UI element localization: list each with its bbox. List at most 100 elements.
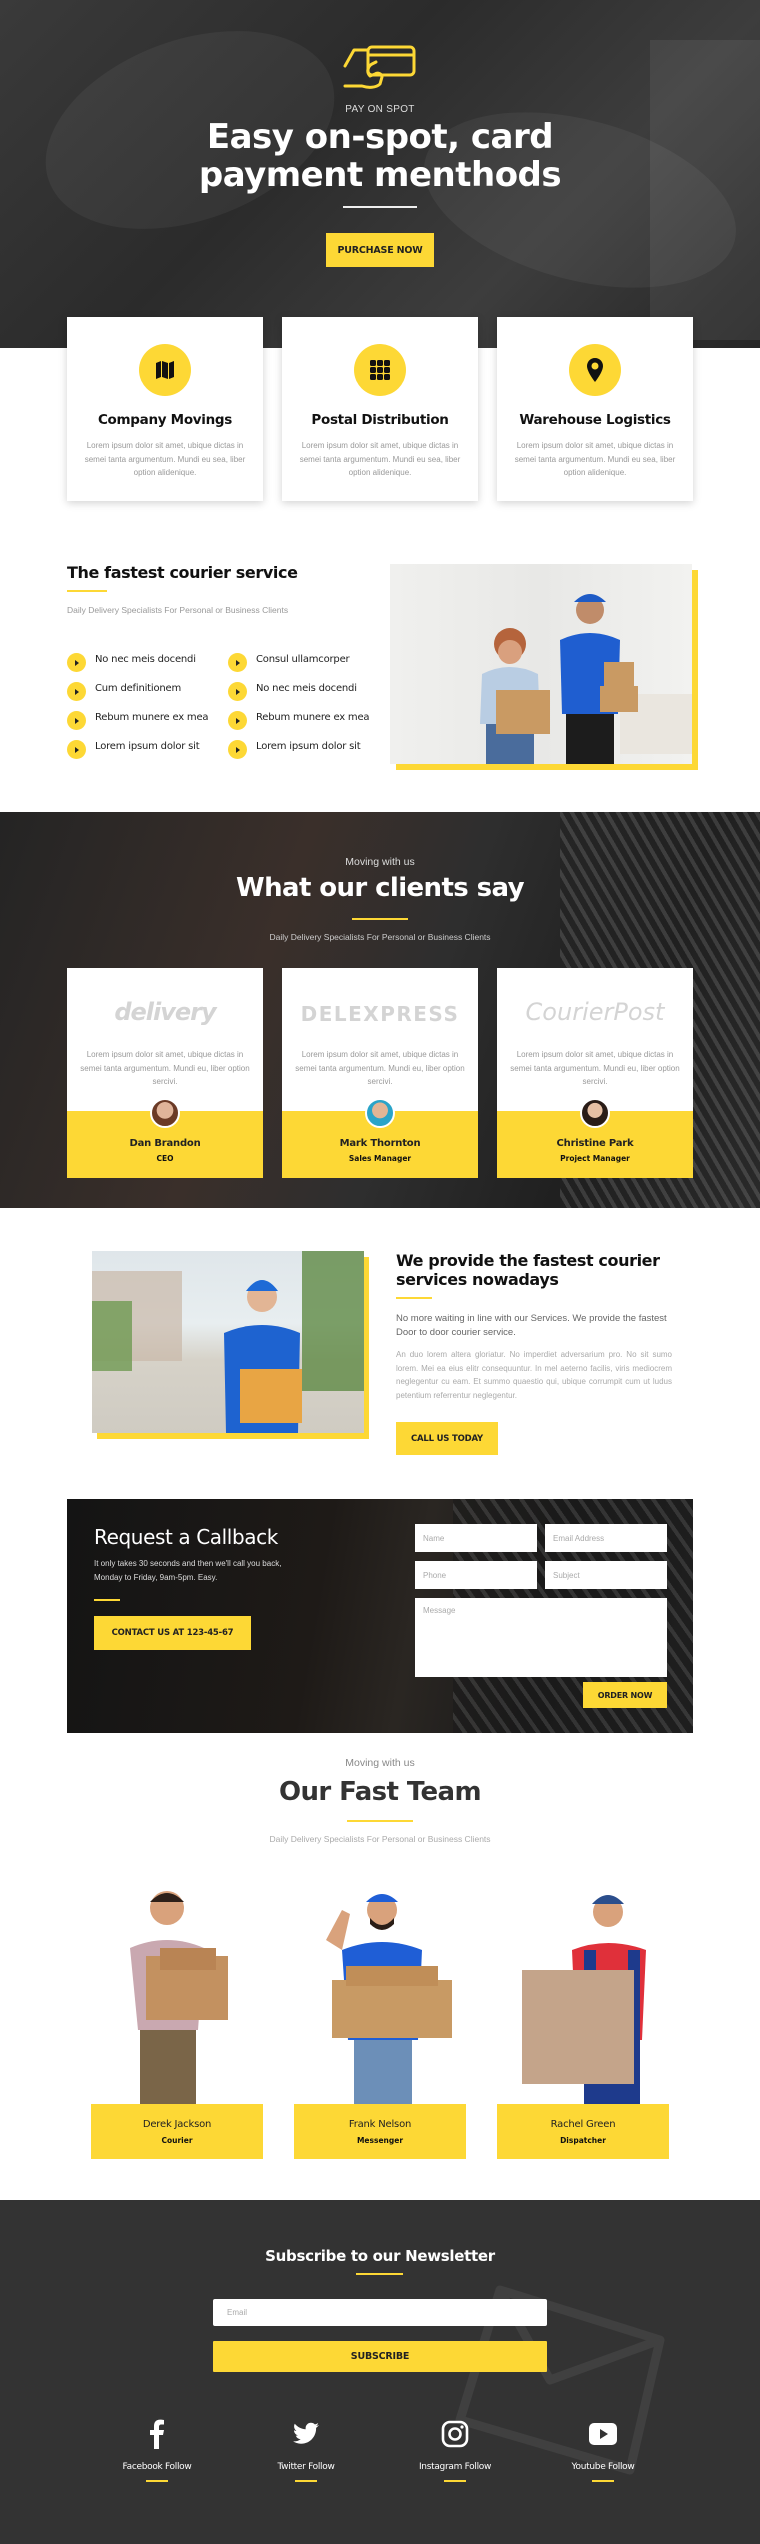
section-subtitle: Daily Delivery Specialists For Personal … <box>269 1834 491 1844</box>
section-title: The fastest courier service <box>67 563 298 582</box>
social-label: Twitter Follow <box>277 2462 335 2472</box>
member-role: Dispatcher <box>560 2136 606 2145</box>
social-facebook[interactable]: Facebook Follow <box>97 2418 217 2482</box>
service-text: Lorem ipsum dolor sit amet, ubique dicta… <box>514 441 676 477</box>
team-member-card: Rachel Green Dispatcher <box>497 2104 669 2159</box>
team-photo <box>296 1880 466 2105</box>
divider <box>396 1297 432 1299</box>
list-item-label: Lorem ipsum dolor sit <box>95 741 200 752</box>
client-name: Mark Thornton <box>339 1138 421 1149</box>
feature-list-right: Consul ullamcorper No nec meis docendi R… <box>228 645 370 761</box>
divider <box>146 2480 168 2482</box>
divider <box>347 1820 413 1822</box>
list-item: Rebum munere ex mea <box>67 703 209 732</box>
divider <box>94 1599 120 1601</box>
list-item: Lorem ipsum dolor sit <box>67 732 208 761</box>
service-text: Lorem ipsum dolor sit amet, ubique dicta… <box>84 441 246 477</box>
team-member-card: Frank Nelson Messenger <box>294 2104 466 2159</box>
avatar <box>365 1098 395 1128</box>
play-bullet-icon <box>228 653 247 672</box>
list-item-label: Rebum munere ex mea <box>95 712 209 723</box>
list-item: Lorem ipsum dolor sit <box>228 732 369 761</box>
divider <box>343 206 417 208</box>
subscribe-button[interactable]: SUBSCRIBE <box>213 2341 547 2372</box>
client-name: Dan Brandon <box>129 1138 201 1149</box>
social-twitter[interactable]: Twitter Follow <box>246 2418 366 2482</box>
social-label: Facebook Follow <box>122 2462 192 2472</box>
facebook-icon <box>97 2418 217 2450</box>
callback-title: Request a Callback <box>94 1525 278 1549</box>
social-label: Instagram Follow <box>418 2462 492 2472</box>
hero-section: PAY ON SPOT Easy on-spot, card payment m… <box>0 0 760 348</box>
card-payment-icon <box>343 45 416 89</box>
email-input[interactable] <box>545 1524 667 1552</box>
subject-input[interactable] <box>545 1561 667 1589</box>
list-item: Rebum munere ex mea <box>228 703 370 732</box>
client-role: CEO <box>156 1154 174 1163</box>
list-item-label: No nec meis docendi <box>95 654 196 665</box>
divider <box>295 2480 317 2482</box>
purchase-now-button[interactable]: PURCHASE NOW <box>326 233 434 267</box>
phone-input[interactable] <box>415 1561 537 1589</box>
client-role: Sales Manager <box>348 1154 412 1163</box>
divider <box>352 918 408 920</box>
service-card: Postal Distribution Lorem ipsum dolor si… <box>282 317 478 501</box>
name-input[interactable] <box>415 1524 537 1552</box>
newsletter-title: Subscribe to our Newsletter <box>265 2247 495 2265</box>
divider <box>356 2273 403 2275</box>
service-card: Company Movings Lorem ipsum dolor sit am… <box>67 317 263 501</box>
list-item: No nec meis docendi <box>67 645 208 674</box>
section-subtitle: Daily Delivery Specialists For Personal … <box>269 932 491 942</box>
testimonial-text: Lorem ipsum dolor sit amet, ubique dicta… <box>510 1050 680 1086</box>
lead-text: No more waiting in line with our Service… <box>396 1313 667 1338</box>
contact-phone-button[interactable]: CONTACT US AT 123-45-67 <box>94 1616 251 1650</box>
social-instagram[interactable]: Instagram Follow <box>395 2418 515 2482</box>
member-role: Courier <box>161 2136 193 2145</box>
hero-title: Easy on-spot, card payment menthods <box>0 118 760 194</box>
avatar <box>580 1098 610 1128</box>
feature-list-left: No nec meis docendi Cum definitionem Reb… <box>67 645 209 761</box>
hero-title-line: payment menthods <box>198 155 562 195</box>
service-text: Lorem ipsum dolor sit amet, ubique dicta… <box>299 441 461 477</box>
service-title: Postal Distribution <box>311 412 449 428</box>
testimonial-card: DELEXPRESS Lorem ipsum dolor sit amet, u… <box>282 968 478 1178</box>
divider <box>444 2480 466 2482</box>
map-icon <box>139 344 191 396</box>
section-title: What our clients say <box>236 873 525 903</box>
testimonial-text: Lorem ipsum dolor sit amet, ubique dicta… <box>295 1050 465 1086</box>
section-eyebrow: Moving with us <box>345 856 415 868</box>
team-member-card: Derek Jackson Courier <box>91 2104 263 2159</box>
section-title: We provide the fastest courier services … <box>396 1251 660 1289</box>
list-item-label: No nec meis docendi <box>256 683 357 694</box>
play-bullet-icon <box>228 711 247 730</box>
hero-eyebrow: PAY ON SPOT <box>345 104 415 115</box>
client-name: Christine Park <box>556 1138 634 1149</box>
testimonial-text: Lorem ipsum dolor sit amet, ubique dicta… <box>80 1050 250 1086</box>
social-youtube[interactable]: Youtube Follow <box>543 2418 663 2482</box>
member-role: Messenger <box>356 2136 404 2145</box>
list-item: Consul ullamcorper <box>228 645 369 674</box>
call-us-today-button[interactable]: CALL US TODAY <box>396 1422 498 1455</box>
message-textarea[interactable] <box>415 1598 667 1677</box>
grid-icon <box>354 344 406 396</box>
section-subtitle: Daily Delivery Specialists For Personal … <box>67 605 289 615</box>
service-title: Company Movings <box>97 412 233 428</box>
body-text: An duo lorem altera gloriatur. No imperd… <box>396 1350 672 1400</box>
list-item-label: Lorem ipsum dolor sit <box>256 741 361 752</box>
order-now-button[interactable]: ORDER NOW <box>583 1682 667 1708</box>
callback-section: Request a Callback It only takes 30 seco… <box>67 1499 693 1733</box>
courier-photo <box>92 1251 364 1433</box>
play-bullet-icon <box>228 682 247 701</box>
member-name: Rachel Green <box>550 2119 616 2130</box>
client-logo: delivery <box>114 998 216 1026</box>
divider <box>67 590 107 592</box>
social-label: Youtube Follow <box>571 2462 635 2472</box>
service-card: Warehouse Logistics Lorem ipsum dolor si… <box>497 317 693 501</box>
client-logo: DELEXPRESS <box>300 1002 460 1026</box>
avatar <box>150 1098 180 1128</box>
testimonial-card: CourierPost Lorem ipsum dolor sit amet, … <box>497 968 693 1178</box>
play-bullet-icon <box>67 653 86 672</box>
newsletter-email-input[interactable] <box>213 2299 547 2326</box>
newsletter-section: Subscribe to our Newsletter SUBSCRIBE <box>0 2200 760 2544</box>
instagram-icon <box>395 2418 515 2450</box>
